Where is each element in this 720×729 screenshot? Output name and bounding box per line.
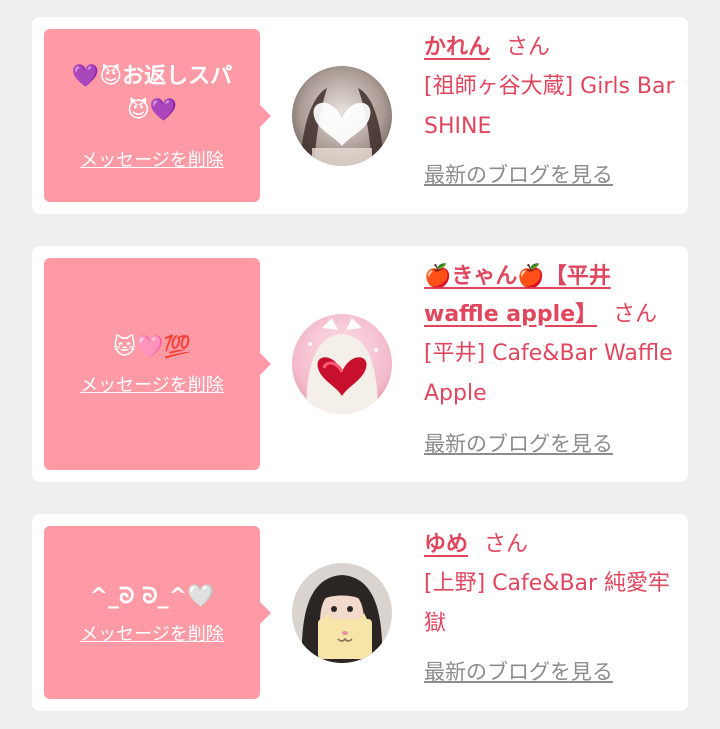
user-name-link[interactable]: ゆめ (424, 532, 468, 557)
user-info: ゆめ さん [上野] Cafe&Bar 純愛牢獄 最新のブログを見る (424, 526, 678, 686)
user-info: 🍎きゃん🍎【平井waffle apple】 さん [平井] Cafe&Bar Wa… (424, 258, 678, 458)
avatar-photo-icon (292, 314, 392, 414)
honorific: さん (484, 532, 529, 557)
message-bubble: 💜😈お返しスパ😈💜 メッセージを削除 (44, 29, 271, 202)
delete-message-link[interactable]: メッセージを削除 (80, 146, 224, 172)
honorific: さん (613, 302, 658, 327)
latest-blog-link[interactable]: 最新のブログを見る (424, 428, 613, 458)
message-bubble: 🐱🩷💯 メッセージを削除 (44, 258, 271, 470)
delete-message-link[interactable]: メッセージを削除 (80, 620, 224, 646)
message-card: ^_ᘐ ᘐ_^🤍 メッセージを削除 ゆめ さん [上野] Cafe&Bar 純愛牢… (32, 514, 688, 711)
shop-name: [平井] Cafe&Bar Waffle Apple (424, 341, 673, 406)
avatar[interactable] (292, 314, 392, 414)
avatar-photo-icon (292, 66, 392, 166)
message-text: 💜😈お返しスパ😈💜 (71, 63, 233, 123)
message-card: 💜😈お返しスパ😈💜 メッセージを削除 かれん さん [祖師ヶ谷大蔵] Girls … (32, 17, 688, 214)
message-card: 🐱🩷💯 メッセージを削除 🍎きゃん🍎【平井waffle apple】 さん [平… (32, 246, 688, 482)
avatar[interactable] (292, 66, 392, 166)
shop-name: [祖師ヶ谷大蔵] Girls Bar SHINE (424, 74, 675, 139)
user-info: かれん さん [祖師ヶ谷大蔵] Girls Bar SHINE 最新のブログを見る (424, 29, 678, 189)
user-name-link[interactable]: 🍎きゃん🍎【平井waffle apple】 (424, 264, 611, 327)
delete-message-link[interactable]: メッセージを削除 (80, 371, 224, 397)
message-text: 🐱🩷💯 (113, 335, 191, 360)
avatar[interactable] (292, 563, 392, 663)
user-name-link[interactable]: かれん (424, 35, 490, 60)
honorific: さん (506, 35, 551, 60)
avatar-photo-icon (292, 563, 392, 663)
message-bubble: ^_ᘐ ᘐ_^🤍 メッセージを削除 (44, 526, 271, 699)
shop-name: [上野] Cafe&Bar 純愛牢獄 (424, 571, 671, 636)
latest-blog-link[interactable]: 最新のブログを見る (424, 656, 613, 686)
message-text: ^_ᘐ ᘐ_^🤍 (89, 583, 215, 609)
latest-blog-link[interactable]: 最新のブログを見る (424, 159, 613, 189)
